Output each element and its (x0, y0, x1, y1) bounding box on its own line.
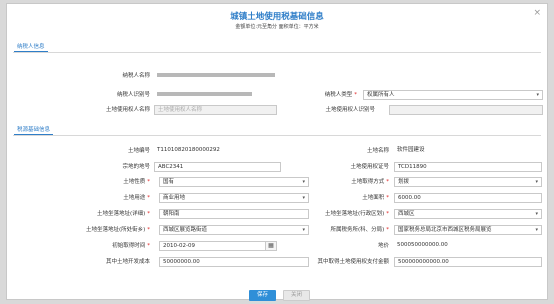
land-user-id-field (389, 105, 543, 115)
acq-method-label: 土地取得方式 * (351, 179, 389, 185)
land-area-label: 土地面积 * (362, 195, 389, 201)
taxpayer-name-label: 纳税人名称 (122, 73, 150, 79)
land-price-field: 500050000000.00 (394, 241, 542, 251)
cert-no-label: 土地使用权证号 (350, 164, 389, 170)
close-icon[interactable]: × (533, 9, 541, 18)
acq-time-input[interactable]: 2010-02-09 ▦ (159, 241, 277, 251)
addr-district-label: 土地坐落地址(行政区划) * (324, 211, 389, 217)
cert-no-input[interactable]: TCD11890 (394, 162, 542, 172)
addr-street-select[interactable]: 西城区展览路街道 ▾ (159, 225, 309, 235)
section-divider (13, 135, 541, 136)
parcel-no-label: 宗地的地号 (122, 164, 150, 170)
section-divider (13, 52, 541, 53)
taxpayer-type-select[interactable]: 权属所有人 ▾ (363, 90, 543, 100)
addr-detail-input[interactable]: 朝阳南 (159, 209, 309, 219)
land-use-label: 土地用途 * (123, 195, 150, 201)
addr-street-label: 土地坐落地址(所处街乡) * (85, 227, 150, 233)
land-name-field[interactable]: 软件园建设 (394, 146, 542, 156)
land-user-name-label: 土地使用权人名称 (105, 107, 150, 113)
land-nature-label: 土地性质 * (123, 179, 150, 185)
land-nature-select[interactable]: 国有 ▾ (159, 177, 309, 187)
acq-time-label: 初始取得时间 * (112, 243, 150, 249)
land-user-id-label: 土地使用权人识别号 (325, 107, 375, 113)
calendar-icon[interactable]: ▦ (265, 242, 276, 250)
other-fee-input[interactable]: 500000000000.00 (394, 257, 542, 267)
other-fee-label: 其中取得土地使用权支付金额 (317, 259, 389, 265)
land-user-name-field: 土地使用权人名称 (154, 105, 277, 115)
tax-office-select[interactable]: 国家税务总局北京市西城区税务局展览 ▾ (394, 225, 542, 235)
land-no-label: 土地编号 (127, 148, 150, 154)
dev-cost-label: 其中土地开发成本 (105, 259, 150, 265)
save-button[interactable]: 保存 (249, 290, 276, 301)
taxpayer-id-field (154, 90, 277, 100)
acq-method-select[interactable]: 划拨 ▾ (394, 177, 542, 187)
dialog-title: 城镇土地使用税基础信息 (230, 12, 324, 22)
land-price-label: 地价 (377, 243, 389, 249)
addr-district-select[interactable]: 西城区 ▾ (394, 209, 542, 219)
taxpayer-type-label: 纳税人类型 * (324, 92, 357, 98)
dev-cost-input[interactable]: 50000000.00 (159, 257, 309, 267)
section-tax-source-tab[interactable]: 税源基础信息 (14, 125, 54, 135)
redacted-value (157, 73, 275, 77)
section-taxpayer-tab[interactable]: 纳税人信息 (14, 42, 48, 52)
parcel-no-input[interactable]: ABC2341 (154, 162, 281, 172)
taxpayer-name-field (154, 71, 277, 81)
dialog-subtitle: 金额单位:元至角分 面积单位：平方米 (235, 24, 319, 30)
chevron-down-icon: ▾ (535, 227, 538, 233)
addr-detail-label: 土地坐落地址(详细) * (96, 211, 150, 217)
chevron-down-icon: ▾ (535, 211, 538, 217)
land-area-input[interactable]: 6000.00 (394, 193, 542, 203)
land-name-label: 土地名称 (366, 148, 389, 154)
land-no-field[interactable]: T11010820180000292 (154, 146, 281, 156)
taxpayer-id-label: 纳税人识别号 (116, 92, 150, 98)
land-tax-dialog: 城镇土地使用税基础信息 金额单位:元至角分 面积单位：平方米 × 纳税人信息 纳… (6, 3, 548, 301)
chevron-down-icon: ▾ (535, 179, 538, 185)
tax-office-label: 所属税务所(科、分局) * (330, 227, 389, 233)
chevron-down-icon: ▾ (536, 92, 539, 98)
redacted-value (157, 92, 252, 96)
close-button[interactable]: 关闭 (283, 290, 310, 301)
land-use-select[interactable]: 商业用地 ▾ (159, 193, 309, 203)
